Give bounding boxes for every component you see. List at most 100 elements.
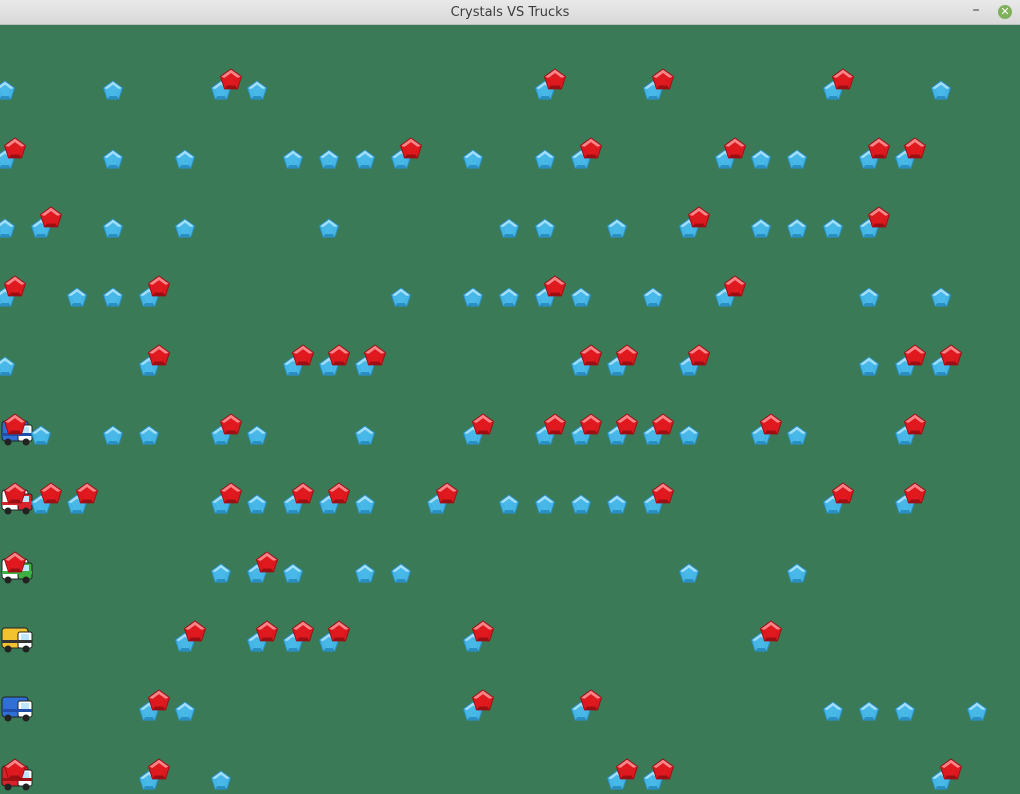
red-crystal-icon[interactable] [579,689,603,711]
blue-crystal-icon[interactable] [642,287,664,307]
red-crystal-icon[interactable] [651,758,675,780]
blue-crystal-icon[interactable] [282,149,304,169]
red-crystal-icon[interactable] [903,137,927,159]
blue-crystal-icon[interactable] [858,356,880,376]
red-crystal-icon[interactable] [291,482,315,504]
blue-crystal-icon[interactable] [0,218,16,238]
blue-crystal-icon[interactable] [534,218,556,238]
blue-crystal-icon[interactable] [894,701,916,721]
blue-crystal-icon[interactable] [0,356,16,376]
blue-crystal-icon[interactable] [462,149,484,169]
blue-crystal-icon[interactable] [0,80,16,100]
blue-crystal-icon[interactable] [786,563,808,583]
blue-crystal-icon[interactable] [246,80,268,100]
blue-crystal-icon[interactable] [390,287,412,307]
blue-crystal-icon[interactable] [498,494,520,514]
red-crystal-icon[interactable] [903,482,927,504]
blue-crystal-icon[interactable] [858,287,880,307]
blue-crystal-icon[interactable] [210,563,232,583]
blue-crystal-icon[interactable] [606,218,628,238]
red-crystal-icon[interactable] [291,344,315,366]
red-crystal-icon[interactable] [3,275,27,297]
red-crystal-icon[interactable] [723,137,747,159]
blue-crystal-icon[interactable] [462,287,484,307]
minimize-button[interactable]: – [968,2,984,20]
blue-crystal-icon[interactable] [102,287,124,307]
blue-crystal-icon[interactable] [354,563,376,583]
blue-crystal-icon[interactable] [102,149,124,169]
red-crystal-icon[interactable] [327,482,351,504]
blue-crystal-icon[interactable] [822,218,844,238]
red-crystal-icon[interactable] [903,413,927,435]
blue-crystal-icon[interactable] [66,287,88,307]
red-crystal-icon[interactable] [651,482,675,504]
red-crystal-icon[interactable] [831,482,855,504]
blue-crystal-icon[interactable] [282,563,304,583]
red-crystal-icon[interactable] [255,620,279,642]
red-crystal-icon[interactable] [147,689,171,711]
red-crystal-icon[interactable] [3,137,27,159]
red-crystal-icon[interactable] [39,206,63,228]
red-crystal-icon[interactable] [3,482,27,504]
blue-crystal-icon[interactable] [750,218,772,238]
red-crystal-icon[interactable] [147,344,171,366]
blue-crystal-icon[interactable] [102,218,124,238]
red-crystal-icon[interactable] [687,206,711,228]
red-crystal-icon[interactable] [579,137,603,159]
red-crystal-icon[interactable] [291,620,315,642]
blue-crystal-icon[interactable] [174,701,196,721]
blue-crystal-icon[interactable] [498,218,520,238]
blue-crystal-icon[interactable] [570,494,592,514]
blue-crystal-icon[interactable] [678,425,700,445]
blue-crystal-icon[interactable] [246,494,268,514]
red-crystal-icon[interactable] [831,68,855,90]
red-crystal-icon[interactable] [651,68,675,90]
red-crystal-icon[interactable] [615,344,639,366]
red-crystal-icon[interactable] [75,482,99,504]
red-crystal-icon[interactable] [615,758,639,780]
red-crystal-icon[interactable] [147,758,171,780]
blue-crystal-icon[interactable] [498,287,520,307]
blue-crystal-icon[interactable] [534,494,556,514]
red-crystal-icon[interactable] [867,206,891,228]
blue-crystal-icon[interactable] [786,149,808,169]
red-crystal-icon[interactable] [219,413,243,435]
red-crystal-icon[interactable] [399,137,423,159]
blue-crystal-icon[interactable] [210,770,232,790]
red-crystal-icon[interactable] [939,344,963,366]
red-crystal-icon[interactable] [903,344,927,366]
red-crystal-icon[interactable] [471,620,495,642]
blue-crystal-icon[interactable] [174,149,196,169]
blue-crystal-icon[interactable] [354,494,376,514]
blue-crystal-icon[interactable] [102,425,124,445]
red-crystal-icon[interactable] [363,344,387,366]
blue-crystal-icon[interactable] [858,701,880,721]
red-crystal-icon[interactable] [723,275,747,297]
red-crystal-icon[interactable] [543,413,567,435]
blue-crystal-icon[interactable] [678,563,700,583]
blue-crystal-icon[interactable] [786,218,808,238]
blue-crystal-icon[interactable] [930,80,952,100]
blue-crystal-icon[interactable] [606,494,628,514]
blue-crystal-icon[interactable] [246,425,268,445]
red-crystal-icon[interactable] [39,482,63,504]
blue-crystal-icon[interactable] [750,149,772,169]
blue-crystal-icon[interactable] [930,287,952,307]
red-crystal-icon[interactable] [867,137,891,159]
red-crystal-icon[interactable] [651,413,675,435]
game-field[interactable] [0,25,1020,794]
blue-crystal-icon[interactable] [102,80,124,100]
red-crystal-icon[interactable] [687,344,711,366]
red-crystal-icon[interactable] [3,413,27,435]
red-crystal-icon[interactable] [327,344,351,366]
blue-crystal-icon[interactable] [354,425,376,445]
red-crystal-icon[interactable] [759,413,783,435]
blue-crystal-icon[interactable] [354,149,376,169]
blue-crystal-icon[interactable] [390,563,412,583]
blue-crystal-icon[interactable] [174,218,196,238]
blue-crystal-icon[interactable] [786,425,808,445]
red-crystal-icon[interactable] [759,620,783,642]
red-crystal-icon[interactable] [255,551,279,573]
blue-crystal-icon[interactable] [318,218,340,238]
blue-crystal-icon[interactable] [966,701,988,721]
